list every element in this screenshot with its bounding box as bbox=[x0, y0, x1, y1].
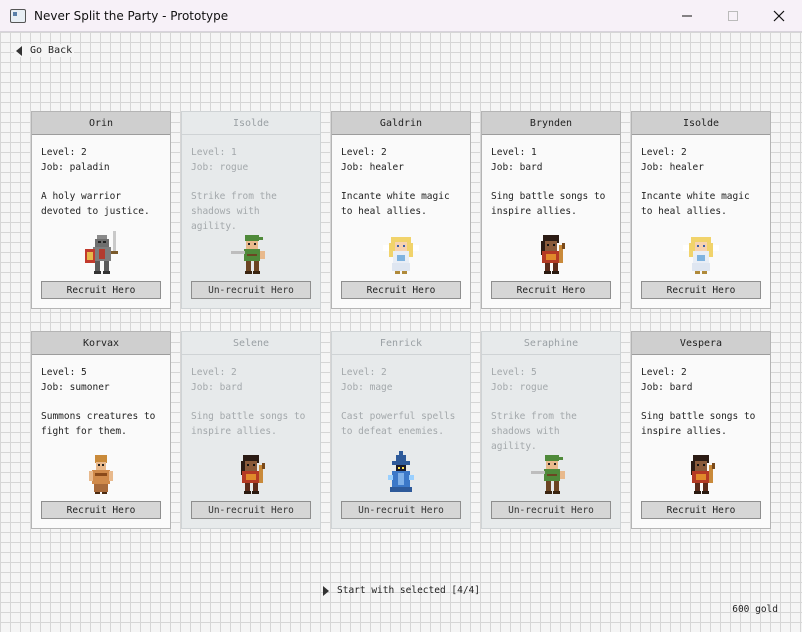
hero-details: Level: 2 Job: mage Cast powerful spells … bbox=[332, 355, 470, 497]
hero-description: Strike from the shadows with agility. bbox=[491, 411, 577, 452]
game-canvas: Go Back Orin Level: 2 Job: paladin A hol… bbox=[0, 32, 802, 632]
hero-details: Level: 2 Job: healer Incante white magic… bbox=[632, 135, 770, 277]
hero-name: Isolde bbox=[182, 112, 320, 135]
hero-name: Orin bbox=[32, 112, 170, 135]
hero-job: Job: bard bbox=[191, 382, 243, 393]
hero-level: Level: 2 bbox=[641, 367, 687, 378]
hero-description: Strike from the shadows with agility. bbox=[191, 191, 277, 232]
play-arrow-icon bbox=[323, 585, 329, 596]
hero-description: Cast powerful spells to defeat enemies. bbox=[341, 411, 456, 437]
hero-name: Korvax bbox=[32, 332, 170, 355]
hero-job: Job: bard bbox=[641, 382, 693, 393]
close-button[interactable] bbox=[756, 0, 802, 31]
hero-description: Sing battle songs to inspire allies. bbox=[641, 411, 756, 437]
hero-name: Seraphine bbox=[482, 332, 620, 355]
maximize-button[interactable] bbox=[710, 0, 756, 31]
window-controls bbox=[664, 0, 802, 31]
hero-job: Job: rogue bbox=[191, 162, 249, 173]
hero-details: Level: 1 Job: bard Sing battle songs to … bbox=[482, 135, 620, 277]
hero-description: Incante white magic to heal allies. bbox=[341, 191, 450, 217]
hero-details: Level: 2 Job: paladin A holy warrior dev… bbox=[32, 135, 170, 277]
hero-details: Level: 2 Job: bard Sing battle songs to … bbox=[182, 355, 320, 497]
hero-details: Level: 5 Job: sumoner Summons creatures … bbox=[32, 355, 170, 497]
hero-job: Job: mage bbox=[341, 382, 393, 393]
hero-name: Brynden bbox=[482, 112, 620, 135]
recruit-hero-button[interactable]: Recruit Hero bbox=[491, 281, 611, 299]
minimize-button[interactable] bbox=[664, 0, 710, 31]
hero-card: Korvax Level: 5 Job: sumoner Summons cre… bbox=[31, 331, 171, 529]
recruit-hero-button[interactable]: Recruit Hero bbox=[41, 501, 161, 519]
hero-description: Incante white magic to heal allies. bbox=[641, 191, 750, 217]
bard-sprite-icon bbox=[691, 455, 715, 494]
recruit-hero-button[interactable]: Recruit Hero bbox=[41, 281, 161, 299]
hero-level: Level: 1 bbox=[491, 147, 537, 158]
unrecruit-hero-button[interactable]: Un-recruit Hero bbox=[191, 501, 311, 519]
go-back-label: Go Back bbox=[30, 45, 73, 56]
hero-name: Selene bbox=[182, 332, 320, 355]
hero-details: Level: 2 Job: bard Sing battle songs to … bbox=[632, 355, 770, 497]
hero-card: Isolde Level: 1 Job: rogue Strike from t… bbox=[181, 111, 321, 309]
hero-job: Job: healer bbox=[641, 162, 704, 173]
close-icon bbox=[773, 10, 785, 21]
hero-card: Selene Level: 2 Job: bard Sing battle so… bbox=[181, 331, 321, 529]
hero-description: Summons creatures to fight for them. bbox=[41, 411, 156, 437]
hero-job: Job: paladin bbox=[41, 162, 110, 173]
go-back-button[interactable]: Go Back bbox=[14, 44, 75, 57]
hero-details: Level: 1 Job: rogue Strike from the shad… bbox=[182, 135, 320, 277]
unrecruit-hero-button[interactable]: Un-recruit Hero bbox=[341, 501, 461, 519]
hero-job: Job: rogue bbox=[491, 382, 549, 393]
hero-description: Sing battle songs to inspire allies. bbox=[491, 191, 606, 217]
hero-card: Isolde Level: 2 Job: healer Incante whit… bbox=[631, 111, 771, 309]
hero-job: Job: sumoner bbox=[41, 382, 110, 393]
hero-level: Level: 2 bbox=[641, 147, 687, 158]
hero-card: Brynden Level: 1 Job: bard Sing battle s… bbox=[481, 111, 621, 309]
unrecruit-hero-button[interactable]: Un-recruit Hero bbox=[491, 501, 611, 519]
hero-details: Level: 2 Job: healer Incante white magic… bbox=[332, 135, 470, 277]
healer-sprite-icon bbox=[383, 237, 419, 274]
healer-sprite-icon bbox=[683, 237, 719, 274]
hero-level: Level: 5 bbox=[41, 367, 87, 378]
hero-job: Job: healer bbox=[341, 162, 404, 173]
hero-level: Level: 2 bbox=[41, 147, 87, 158]
hero-level: Level: 2 bbox=[341, 147, 387, 158]
hero-card: Galdrin Level: 2 Job: healer Incante whi… bbox=[331, 111, 471, 309]
hero-level: Level: 1 bbox=[191, 147, 237, 158]
start-label: Start with selected [4/4] bbox=[337, 585, 480, 596]
hero-card: Seraphine Level: 5 Job: rogue Strike fro… bbox=[481, 331, 621, 529]
summoner-sprite-icon bbox=[89, 455, 113, 494]
recruit-hero-button[interactable]: Recruit Hero bbox=[341, 281, 461, 299]
app-icon bbox=[10, 8, 26, 23]
recruit-hero-button[interactable]: Recruit Hero bbox=[641, 501, 761, 519]
recruit-hero-button[interactable]: Recruit Hero bbox=[641, 281, 761, 299]
hero-description: Sing battle songs to inspire allies. bbox=[191, 411, 306, 437]
hero-level: Level: 5 bbox=[491, 367, 537, 378]
start-button[interactable]: Start with selected [4/4] bbox=[323, 585, 480, 596]
mage-sprite-icon bbox=[388, 451, 414, 492]
maximize-icon bbox=[728, 10, 738, 21]
bard-sprite-icon bbox=[241, 455, 265, 494]
rogue-sprite-icon bbox=[531, 455, 565, 494]
hero-level: Level: 2 bbox=[341, 367, 387, 378]
hero-name: Galdrin bbox=[332, 112, 470, 135]
paladin-sprite-icon bbox=[85, 231, 118, 274]
title-bar: Never Split the Party - Prototype bbox=[0, 0, 802, 32]
window-title: Never Split the Party - Prototype bbox=[34, 8, 229, 23]
hero-name: Isolde bbox=[632, 112, 770, 135]
hero-job: Job: bard bbox=[491, 162, 543, 173]
hero-details: Level: 5 Job: rogue Strike from the shad… bbox=[482, 355, 620, 497]
gold-counter: 600 gold bbox=[732, 604, 778, 615]
hero-level: Level: 2 bbox=[191, 367, 237, 378]
minimize-icon bbox=[682, 15, 692, 16]
hero-card: Vespera Level: 2 Job: bard Sing battle s… bbox=[631, 331, 771, 529]
hero-name: Fenrick bbox=[332, 332, 470, 355]
rogue-sprite-icon bbox=[231, 235, 265, 274]
hero-description: A holy warrior devoted to justice. bbox=[41, 191, 150, 217]
back-arrow-icon bbox=[16, 45, 22, 56]
bard-sprite-icon bbox=[541, 235, 565, 274]
hero-name: Vespera bbox=[632, 332, 770, 355]
hero-card: Fenrick Level: 2 Job: mage Cast powerful… bbox=[331, 331, 471, 529]
unrecruit-hero-button[interactable]: Un-recruit Hero bbox=[191, 281, 311, 299]
hero-card: Orin Level: 2 Job: paladin A holy warrio… bbox=[31, 111, 171, 309]
